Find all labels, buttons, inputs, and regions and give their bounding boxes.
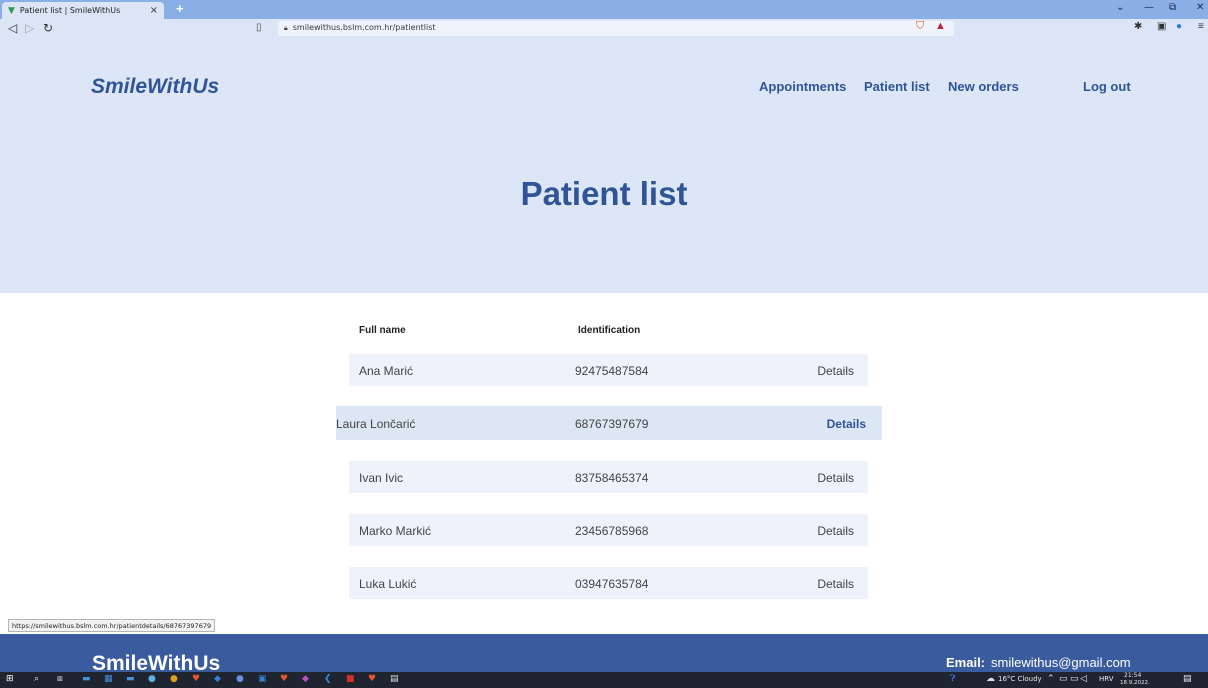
details-link[interactable]: Details	[817, 364, 854, 378]
footer-contact: Email: smilewithus@gmail.com	[946, 655, 1131, 670]
restore-window-icon[interactable]: ⧉	[1169, 2, 1176, 13]
page-header: SmileWithUs Appointments Patient list Ne…	[0, 42, 1208, 293]
patient-name: Marko Markić	[359, 524, 432, 538]
details-link[interactable]: Details	[827, 417, 866, 431]
tab-search-icon[interactable]: ⌄	[1116, 2, 1124, 13]
edge-icon[interactable]: ●	[148, 674, 156, 684]
bookmark-icon[interactable]: ▯	[256, 22, 262, 33]
start-menu-icon[interactable]: ⊞	[6, 674, 14, 684]
mail-icon[interactable]: ▬	[126, 674, 135, 684]
reload-icon[interactable]: ↻	[43, 21, 53, 35]
menu-icon[interactable]: ≡	[1198, 21, 1204, 32]
patient-identification: 03947635784	[575, 577, 649, 591]
patient-identification: 92475487584	[575, 364, 649, 378]
browser-tab-bar: ▼ Patient list | SmileWithUs × + ⌄ — ⧉ ✕	[0, 0, 1208, 19]
browser-tab[interactable]: ▼ Patient list | SmileWithUs ×	[2, 2, 164, 19]
address-bar[interactable]: 🔒︎ smilewithus.bslm.com.hr/patientlist	[278, 21, 954, 36]
patient-name: Laura Lončarić	[336, 417, 416, 431]
table-row: Luka Lukić 03947635784 Details	[349, 567, 868, 599]
column-header-full-name: Full name	[359, 325, 406, 336]
brave-taskbar-icon[interactable]: ♥	[280, 674, 288, 684]
windows-taskbar: ⊞ ⌕ ⧈ ▬ ▦ ▬ ● ● ♥ ◆ ● ▣ ♥ ◆ ❮ ■ ♥ ▤ ❓︎ ☁…	[0, 672, 1208, 688]
weather-cloud-icon: ☁	[986, 674, 995, 684]
patient-name: Luka Lukić	[359, 577, 417, 591]
brave-shields-icon[interactable]: ⛉	[916, 20, 924, 33]
details-link[interactable]: Details	[817, 471, 854, 485]
file-explorer-icon[interactable]: ▬	[82, 674, 91, 684]
table-row: Ana Marić 92475487584 Details	[349, 354, 868, 386]
notifications-icon[interactable]: ▤	[1183, 674, 1192, 684]
brave-rewards-icon[interactable]: ▲	[935, 20, 946, 32]
app-icon[interactable]: ◆	[214, 674, 221, 684]
network-icon[interactable]: ▭	[1070, 674, 1079, 684]
filezilla-icon[interactable]: ■	[346, 674, 355, 684]
chevron-up-icon[interactable]: ⌃	[1047, 674, 1055, 684]
app-icon[interactable]: ◆	[302, 674, 309, 684]
details-link[interactable]: Details	[817, 524, 854, 538]
tab-close-icon[interactable]: ×	[150, 5, 158, 16]
weather-text[interactable]: 16°C Cloudy	[998, 675, 1042, 683]
nav-new-orders[interactable]: New orders	[948, 79, 1019, 94]
wallet-icon[interactable]: ▣	[1157, 21, 1166, 32]
clock-time[interactable]: 21:54	[1124, 672, 1141, 679]
keyboard-language[interactable]: HRV	[1099, 675, 1114, 683]
brave-taskbar-icon[interactable]: ♥	[192, 674, 200, 684]
search-icon[interactable]: ⌕	[34, 674, 39, 684]
patient-name: Ana Marić	[359, 364, 414, 378]
address-bar-url: smilewithus.bslm.com.hr/patientlist	[292, 23, 436, 32]
column-header-identification: Identification	[578, 325, 641, 336]
task-view-icon[interactable]: ⧈	[57, 674, 63, 684]
close-window-icon[interactable]: ✕	[1196, 2, 1204, 13]
word-icon[interactable]: ▣	[258, 674, 267, 684]
app-icon[interactable]: ●	[236, 674, 244, 684]
footer-email[interactable]: smilewithus@gmail.com	[991, 655, 1131, 670]
brave-taskbar-icon[interactable]: ♥	[368, 674, 376, 684]
minimize-window-icon[interactable]: —	[1144, 2, 1154, 13]
page-title: Patient list	[520, 175, 688, 212]
notepad-icon[interactable]: ▤	[390, 674, 399, 684]
nav-appointments[interactable]: Appointments	[759, 79, 846, 94]
back-icon[interactable]: ◁	[8, 21, 17, 35]
web-page: SmileWithUs Appointments Patient list Ne…	[0, 42, 1208, 672]
tab-title: Patient list | SmileWithUs	[19, 6, 121, 15]
store-icon[interactable]: ▦	[104, 674, 113, 684]
chrome-icon[interactable]: ●	[170, 674, 178, 684]
site-logo[interactable]: SmileWithUs	[91, 75, 219, 99]
table-row: Ivan Ivic 83758465374 Details	[349, 461, 868, 493]
table-row: Laura Lončarić 68767397679 Details	[336, 406, 882, 440]
patient-identification: 23456785968	[575, 524, 649, 538]
lock-icon: 🔒︎	[284, 24, 288, 32]
clock-date[interactable]: 18.9.2022.	[1120, 680, 1150, 686]
vscode-icon[interactable]: ❮	[324, 674, 332, 684]
forward-icon[interactable]: ▷	[25, 21, 34, 35]
details-link[interactable]: Details	[817, 577, 854, 591]
new-tab-button[interactable]: +	[176, 1, 184, 16]
page-footer: SmileWithUs Email: smilewithus@gmail.com	[0, 634, 1208, 672]
table-row: Marko Markić 23456785968 Details	[349, 514, 868, 546]
patient-identification: 83758465374	[575, 471, 649, 485]
footer-logo: SmileWithUs	[92, 652, 221, 672]
patient-name: Ivan Ivic	[359, 471, 404, 485]
nav-log-out[interactable]: Log out	[1083, 79, 1131, 94]
nav-patient-list[interactable]: Patient list	[864, 79, 930, 94]
volume-icon[interactable]: ◁	[1080, 674, 1087, 684]
footer-email-label: Email:	[946, 655, 986, 670]
patient-identification: 68767397679	[575, 417, 649, 431]
site-favicon-icon: ▼	[8, 5, 15, 16]
battery-icon[interactable]: ▭	[1059, 674, 1068, 684]
extensions-icon[interactable]: ✱	[1134, 21, 1142, 32]
help-icon[interactable]: ❓︎	[950, 674, 955, 684]
profile-avatar-icon[interactable]: ●	[1176, 21, 1182, 32]
link-status-tooltip: https://smilewithus.bslm.com.hr/patientd…	[8, 619, 216, 632]
